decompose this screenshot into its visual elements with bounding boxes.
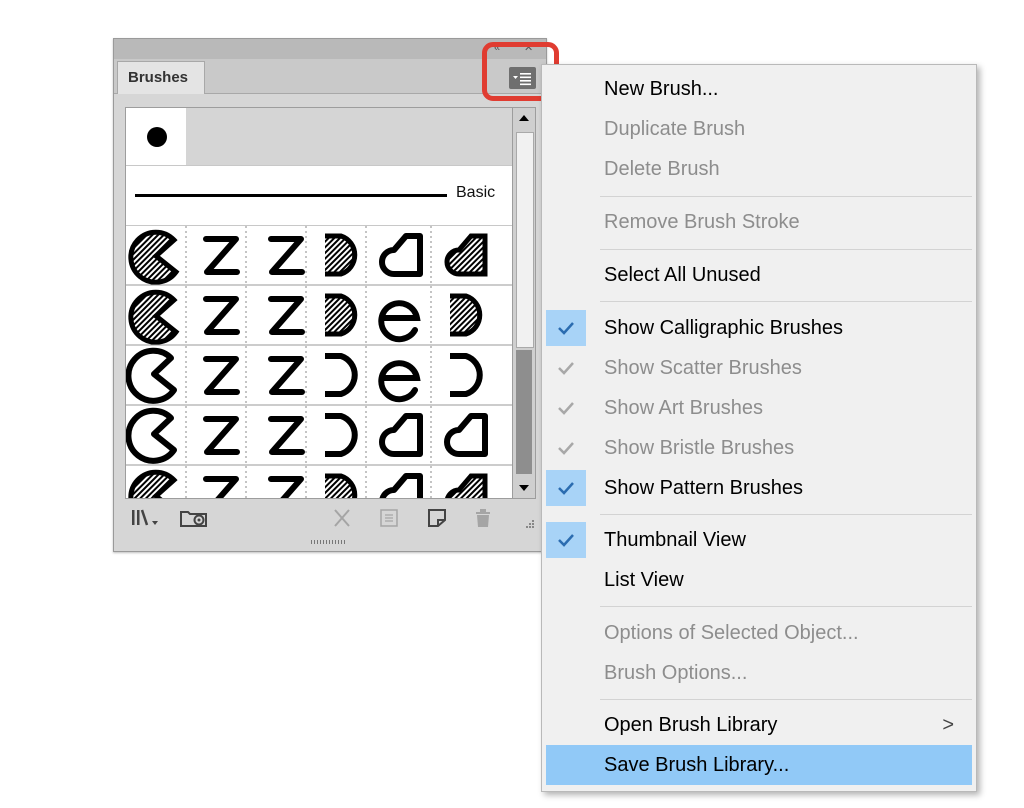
- menu-item-label: Duplicate Brush: [604, 118, 746, 140]
- menu-item-thumbnail-view[interactable]: Thumbnail View: [546, 520, 972, 560]
- scroll-up-arrow-icon: [519, 115, 529, 121]
- menu-item-new-brush[interactable]: New Brush...: [546, 69, 972, 109]
- panel-titlebar[interactable]: « ✕: [114, 39, 546, 60]
- checkmark-icon: [546, 522, 586, 558]
- basic-brush-label: Basic: [456, 184, 496, 201]
- menu-item-select-all-unused[interactable]: Select All Unused: [546, 255, 972, 295]
- menu-separator: [600, 606, 972, 607]
- pattern-brush-row[interactable]: [128, 411, 485, 461]
- checkmark-icon: [546, 470, 586, 506]
- new-brush-icon[interactable]: [425, 507, 449, 534]
- menu-item-save-brush-library[interactable]: Save Brush Library...: [546, 745, 972, 785]
- menu-item-brush-options[interactable]: Brush Options...: [546, 653, 972, 693]
- pattern-brush-grid[interactable]: [126, 226, 519, 498]
- checkmark-icon: [546, 390, 586, 426]
- options-icon[interactable]: [377, 507, 401, 534]
- menu-item-open-brush-library[interactable]: Open Brush Library >: [546, 705, 972, 745]
- menu-item-list-view[interactable]: List View: [546, 560, 972, 600]
- scroll-up-button[interactable]: [513, 108, 535, 128]
- panel-flyout-menu: New Brush... Duplicate Brush Delete Brus…: [541, 64, 977, 792]
- menu-item-label: Options of Selected Object...: [604, 622, 859, 644]
- basic-stroke-preview: [135, 194, 447, 197]
- menu-item-show-scatter[interactable]: Show Scatter Brushes: [546, 348, 972, 388]
- pattern-brush-row[interactable]: [128, 469, 488, 498]
- checkmark-icon: [546, 310, 586, 346]
- brush-list[interactable]: Basic: [125, 107, 520, 499]
- submenu-arrow-icon: >: [942, 714, 954, 736]
- menu-item-label: Remove Brush Stroke: [604, 211, 800, 233]
- menu-item-label: Brush Options...: [604, 662, 748, 684]
- panel-resize-grip[interactable]: [309, 539, 349, 545]
- resize-corner-icon[interactable]: [521, 517, 535, 536]
- menu-item-label: Select All Unused: [604, 264, 761, 286]
- menu-separator: [600, 249, 972, 250]
- dot-brush-icon: [147, 127, 167, 147]
- menu-item-delete-brush[interactable]: Delete Brush: [546, 149, 972, 189]
- menu-item-label: Delete Brush: [604, 158, 720, 180]
- menu-item-label: Show Calligraphic Brushes: [604, 317, 844, 339]
- pattern-brush-row[interactable]: [128, 229, 488, 285]
- brush-row-dot[interactable]: [126, 108, 519, 166]
- menu-item-show-art[interactable]: Show Art Brushes: [546, 388, 972, 428]
- menu-item-label: Show Bristle Brushes: [604, 437, 795, 459]
- menu-separator: [600, 699, 972, 700]
- scroll-thumb[interactable]: [516, 132, 534, 348]
- checkmark-icon: [546, 350, 586, 386]
- close-icon[interactable]: ✕: [524, 42, 533, 54]
- menu-item-label: Show Scatter Brushes: [604, 357, 802, 379]
- brush-row-basic[interactable]: Basic: [126, 166, 519, 226]
- brush-libraries-menu-icon[interactable]: [130, 507, 164, 534]
- brushes-panel: « ✕ Brushes Basic: [113, 38, 547, 552]
- panel-tab-strip: Brushes: [114, 59, 546, 94]
- panel-menu-icon: [513, 73, 531, 86]
- scroll-down-button[interactable]: [513, 478, 535, 498]
- menu-item-options-selected-object[interactable]: Options of Selected Object...: [546, 613, 972, 653]
- menu-item-label: List View: [604, 569, 684, 591]
- tab-brushes[interactable]: Brushes: [117, 61, 205, 94]
- menu-separator: [600, 301, 972, 302]
- menu-separator: [600, 196, 972, 197]
- menu-item-label: Show Pattern Brushes: [604, 477, 803, 499]
- remove-brush-stroke-icon[interactable]: [330, 507, 354, 534]
- menu-item-label: Show Art Brushes: [604, 397, 763, 419]
- menu-item-show-calligraphic[interactable]: Show Calligraphic Brushes: [546, 308, 972, 348]
- panel-bottom-toolbar: [114, 499, 546, 537]
- panel-menu-button[interactable]: [509, 67, 536, 89]
- scroll-down-arrow-icon: [519, 485, 529, 491]
- libraries-panel-icon[interactable]: [178, 507, 212, 534]
- collapse-icon[interactable]: «: [494, 42, 500, 54]
- delete-brush-icon[interactable]: [471, 507, 495, 534]
- menu-item-label: Save Brush Library...: [604, 754, 790, 776]
- menu-item-duplicate-brush[interactable]: Duplicate Brush: [546, 109, 972, 149]
- checkmark-icon: [546, 430, 586, 466]
- menu-item-remove-brush-stroke[interactable]: Remove Brush Stroke: [546, 202, 972, 242]
- menu-item-show-bristle[interactable]: Show Bristle Brushes: [546, 428, 972, 468]
- pattern-brush-row[interactable]: [128, 289, 483, 345]
- vertical-scrollbar[interactable]: [512, 107, 536, 499]
- dot-brush-swatch[interactable]: [126, 108, 186, 165]
- menu-separator: [600, 514, 972, 515]
- pattern-brush-row[interactable]: [128, 351, 479, 401]
- menu-item-show-pattern[interactable]: Show Pattern Brushes: [546, 468, 972, 508]
- scroll-track[interactable]: [516, 350, 532, 474]
- menu-item-label: Thumbnail View: [604, 529, 746, 551]
- menu-item-label: New Brush...: [604, 78, 719, 100]
- menu-item-label: Open Brush Library: [604, 714, 778, 736]
